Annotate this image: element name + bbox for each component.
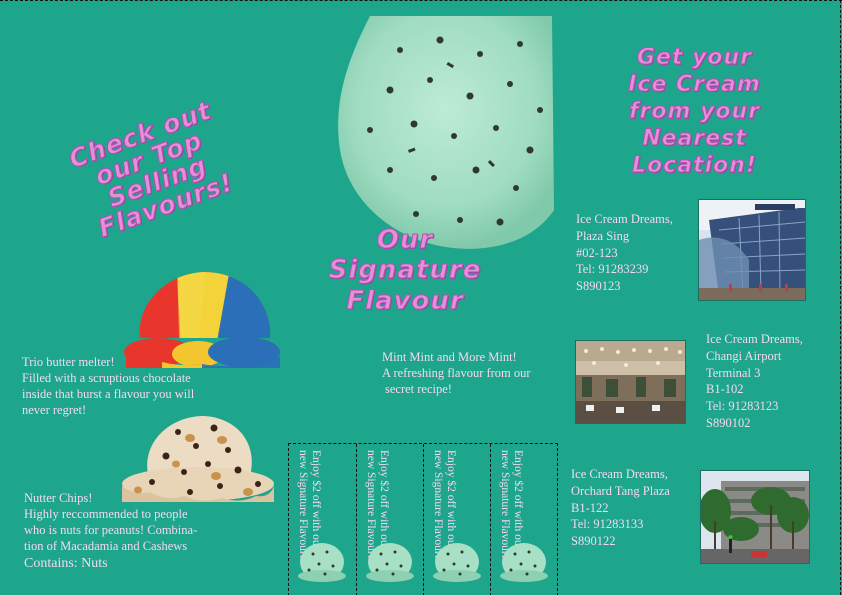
location-line: B1-122 [571,500,609,515]
heading-line: Location! [632,153,757,179]
heading-line: Flavour [346,285,464,316]
signature-heading: Our Signature Flavour [300,224,510,316]
fold-line-right [840,0,841,595]
mint-ice-cream-image [338,16,554,249]
plaza-sing-building-photo [698,199,806,301]
coupon[interactable]: Enjoy $2 off with our new Signature Flav… [490,444,558,595]
location-line: Tel: 91283133 [571,517,644,532]
location-line: Tel: 91283123 [706,399,779,414]
flavour-name: Mint Mint and More Mint! [382,350,517,364]
description-line: A refreshing flavour from our [382,366,531,380]
brochure-page: Check out our Top Selling Flavours! Trio… [0,0,842,595]
location-line: Terminal 3 [706,365,761,380]
location-line: Tel: 91283239 [576,262,649,277]
heading-line: Our [376,224,434,255]
orchard-tang-plaza-photo [700,470,810,564]
mint-scoop-icon [433,543,481,582]
description-line: who is nuts for peanuts! Combina- [24,523,198,537]
mint-description: Mint Mint and More Mint! A refreshing fl… [382,349,562,397]
heading-line: Get your [636,44,753,70]
location-orchard-tang-plaza: Ice Cream Dreams, Orchard Tang Plaza B1-… [571,466,701,550]
description-line: tion of Macadamia and Cashews [24,539,188,553]
location-line: Ice Cream Dreams, [706,332,803,346]
location-line: Ice Cream Dreams, [571,467,668,481]
location-line: S890123 [576,279,621,294]
location-line: Plaza Sing [576,228,630,243]
description-line: Filled with a scruptious chocolate [22,371,191,385]
heading-line: from your [628,99,761,125]
heading-line: Signature [328,255,482,286]
location-changi-airport: Ice Cream Dreams, Changi Airport Termina… [706,331,836,432]
location-heading: Get your Ice Cream from your Nearest Loc… [592,44,797,179]
mint-scoop-icon [298,543,346,582]
mint-scoop-icon [500,543,548,582]
nutter-description: Nutter Chips! Highly reccommended to peo… [24,490,254,572]
heading-line: Nearest [642,126,747,152]
location-line: Orchard Tang Plaza [571,483,670,498]
heading-line: Ice Cream [628,72,761,98]
coupon-strip: Enjoy $2 off with our new Signature Flav… [288,443,558,595]
trio-description: Trio butter melter! Filled with a scrupt… [22,354,252,418]
location-line: B1-102 [706,382,744,397]
mint-scoop-icon [366,543,414,582]
location-plaza-sing: Ice Cream Dreams, Plaza Sing #02-123 Tel… [576,211,696,295]
coupon[interactable]: Enjoy $2 off with our new Signature Flav… [289,444,356,595]
location-line: Changi Airport [706,348,782,363]
flavour-name: Trio butter melter! [22,355,115,369]
allergen-note: Contains: Nuts [24,556,108,571]
description-line: secret recipe! [385,382,452,396]
location-line: #02-123 [576,245,618,260]
description-line: Highly reccommended to people [24,507,188,521]
fold-line-top [0,0,842,1]
location-line: Ice Cream Dreams, [576,212,673,226]
top-selling-heading: Check out our Top Selling Flavours! [9,77,297,263]
location-line: S890102 [706,415,751,430]
flavour-name: Nutter Chips! [24,491,93,505]
location-line: S890122 [571,534,616,549]
coupon[interactable]: Enjoy $2 off with our new Signature Flav… [423,444,491,595]
coupon[interactable]: Enjoy $2 off with our new Signature Flav… [356,444,424,595]
description-line: inside that burst a flavour you will [22,387,195,401]
changi-airport-terminal-photo [575,340,686,424]
